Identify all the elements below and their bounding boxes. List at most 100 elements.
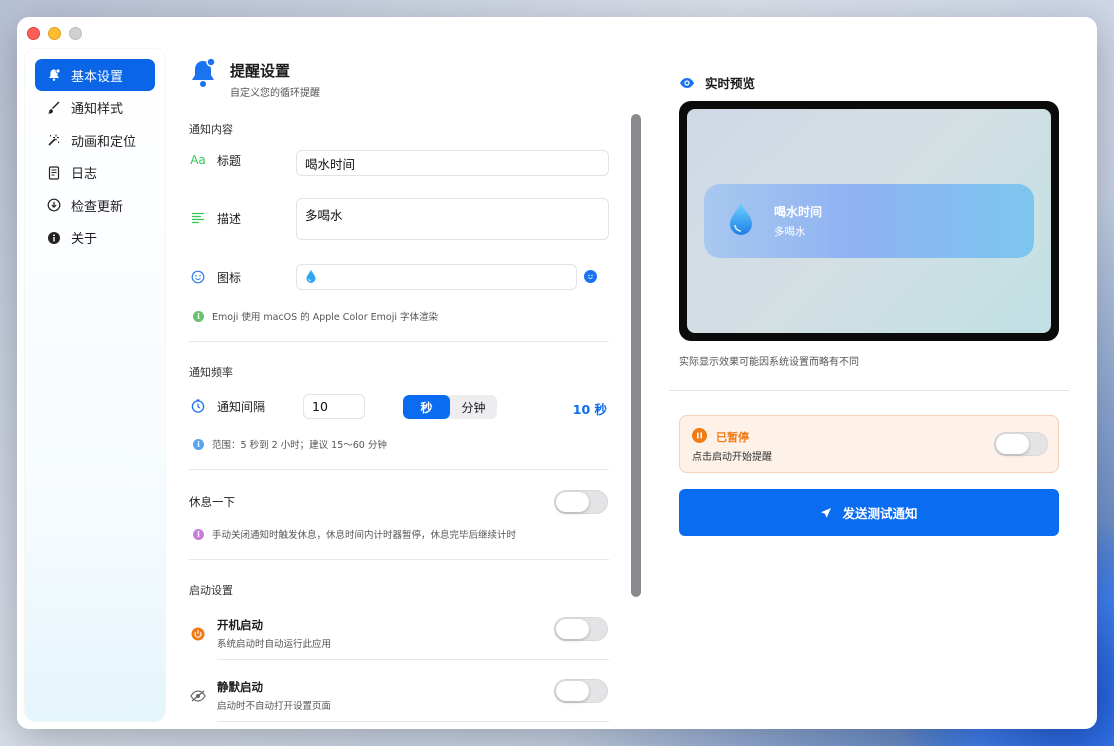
preview-panel: 实时预览 喝水时间 多喝水 实际显示效果可能因系统设置而略有不同 已暂停 点击启… <box>669 17 1069 729</box>
description-input[interactable]: 多喝水 <box>296 198 609 240</box>
status-title: 已暂停 <box>716 431 749 444</box>
interval-summary: 10 秒 <box>572 402 607 417</box>
app-window: 基本设置 通知样式 动画和定位 日志 检查更新 关于 提醒设置 自定义您的循环提… <box>17 17 1097 729</box>
paper-plane-icon <box>820 507 832 519</box>
divider <box>189 341 609 342</box>
interval-hint-text: 范围：5 秒到 2 小时；建议 15～60 分钟 <box>212 440 387 451</box>
settings-header: 提醒设置 自定义您的循环提醒 <box>189 57 609 99</box>
preview-title: 实时预览 <box>705 76 756 91</box>
section-label-content: 通知内容 <box>189 123 233 136</box>
sidebar: 基本设置 通知样式 动画和定位 日志 检查更新 关于 <box>25 49 165 721</box>
send-test-notification-button[interactable]: 发送测试通知 <box>679 489 1059 536</box>
water-drop-icon <box>728 202 754 240</box>
launch-at-login-toggle[interactable] <box>554 617 608 641</box>
notification-title: 喝水时间 <box>774 205 823 219</box>
rest-label: 休息一下 <box>189 495 235 509</box>
sidebar-item-label: 动画和定位 <box>71 134 137 150</box>
rest-hint-text: 手动关闭通知时触发休息，休息时间内计时器暂停，休息完毕后继续计时 <box>212 530 517 541</box>
icon-label: 图标 <box>217 270 242 285</box>
preview-note: 实际显示效果可能因系统设置而略有不同 <box>679 357 859 368</box>
emoji-hint-text: Emoji 使用 macOS 的 Apple Color Emoji 字体渲染 <box>212 312 438 323</box>
divider <box>217 721 609 722</box>
water-drop-icon <box>306 270 316 283</box>
interval-row: 通知间隔 <box>189 397 609 415</box>
info-icon: i <box>193 438 204 450</box>
page-subtitle: 自定义您的循环提醒 <box>230 88 320 99</box>
minimize-window-button[interactable] <box>48 27 61 40</box>
device-preview-frame: 喝水时间 多喝水 <box>679 101 1059 341</box>
text-format-icon: Aa <box>190 153 206 167</box>
unit-seconds-option[interactable]: 秒 <box>403 395 450 419</box>
silent-launch-row: 静默启动 启动时不自动打开设置页面 <box>189 679 609 712</box>
status-card: 已暂停 点击启动开始提醒 <box>679 415 1059 473</box>
unit-minutes-option[interactable]: 分钟 <box>450 395 497 419</box>
smiley-icon <box>588 274 593 279</box>
pause-icon <box>692 428 707 443</box>
device-screen: 喝水时间 多喝水 <box>687 109 1051 333</box>
settings-panel: 提醒设置 自定义您的循环提醒 通知内容 Aa 标题 描述 多喝水 图标 <box>189 57 609 725</box>
send-test-label: 发送测试通知 <box>842 506 918 521</box>
title-input[interactable] <box>296 150 609 176</box>
info-icon: i <box>193 310 204 322</box>
sidebar-item-about[interactable]: 关于 <box>35 222 155 254</box>
rest-hint: i 手动关闭通知时触发休息，休息时间内计时器暂停，休息完毕后继续计时 <box>193 527 516 541</box>
status-subtitle: 点击启动开始提醒 <box>692 452 772 463</box>
zoom-window-button[interactable] <box>69 27 82 40</box>
launch-title: 开机启动 <box>217 618 263 632</box>
power-icon <box>189 625 207 643</box>
interval-input[interactable] <box>303 394 365 419</box>
sidebar-item-animation-position[interactable]: 动画和定位 <box>35 124 155 156</box>
magic-wand-icon <box>46 132 62 148</box>
bell-badge-icon <box>46 67 62 83</box>
sidebar-item-label: 关于 <box>71 232 98 247</box>
title-label: 标题 <box>217 153 242 168</box>
reminder-running-toggle[interactable] <box>994 432 1048 456</box>
info-icon: i <box>193 528 204 540</box>
smiley-icon <box>189 268 207 286</box>
notification-banner-preview: 喝水时间 多喝水 <box>704 184 1034 258</box>
rest-row: 休息一下 <box>189 494 609 510</box>
download-circle-icon <box>46 197 62 213</box>
divider <box>669 390 1069 391</box>
interval-unit-segmented: 秒 分钟 <box>403 395 497 419</box>
description-label: 描述 <box>217 211 242 226</box>
page-title: 提醒设置 <box>230 62 291 80</box>
info-icon <box>46 230 62 246</box>
document-icon <box>46 165 62 181</box>
sidebar-item-basic-settings[interactable]: 基本设置 <box>35 59 155 91</box>
icon-input[interactable] <box>296 264 577 290</box>
silent-subtitle: 启动时不自动打开设置页面 <box>217 701 332 712</box>
text-align-left-icon <box>189 209 207 227</box>
interval-hint: i 范围：5 秒到 2 小时；建议 15～60 分钟 <box>193 437 387 451</box>
paintbrush-icon <box>46 100 62 116</box>
emoji-picker-button[interactable] <box>584 270 597 283</box>
emoji-hint: i Emoji 使用 macOS 的 Apple Color Emoji 字体渲… <box>193 309 438 323</box>
sidebar-item-label: 日志 <box>71 167 98 182</box>
preview-header: 实时预览 <box>679 73 755 92</box>
close-window-button[interactable] <box>27 27 40 40</box>
divider <box>189 469 609 470</box>
timer-icon <box>189 397 207 415</box>
section-label-frequency: 通知频率 <box>189 366 233 379</box>
window-controls <box>27 27 82 40</box>
launch-at-login-row: 开机启动 系统启动时自动运行此应用 <box>189 617 609 650</box>
eye-slash-icon <box>189 687 207 705</box>
interval-label: 通知间隔 <box>217 399 266 414</box>
silent-launch-toggle[interactable] <box>554 679 608 703</box>
divider <box>189 559 609 560</box>
notification-description: 多喝水 <box>774 226 806 238</box>
sidebar-item-notification-style[interactable]: 通知样式 <box>35 92 155 124</box>
bell-icon <box>189 57 217 89</box>
divider <box>217 659 609 660</box>
sidebar-item-log[interactable]: 日志 <box>35 157 155 189</box>
sidebar-item-label: 通知样式 <box>71 102 124 117</box>
silent-title: 静默启动 <box>217 680 263 694</box>
sidebar-item-check-update[interactable]: 检查更新 <box>35 189 155 221</box>
launch-subtitle: 系统启动时自动运行此应用 <box>217 639 332 650</box>
sidebar-item-label: 检查更新 <box>71 199 124 215</box>
section-label-startup: 启动设置 <box>189 584 233 597</box>
settings-scrollbar[interactable] <box>631 114 641 597</box>
sidebar-item-label: 基本设置 <box>71 69 124 85</box>
eye-icon <box>679 77 695 89</box>
rest-toggle[interactable] <box>554 490 608 514</box>
